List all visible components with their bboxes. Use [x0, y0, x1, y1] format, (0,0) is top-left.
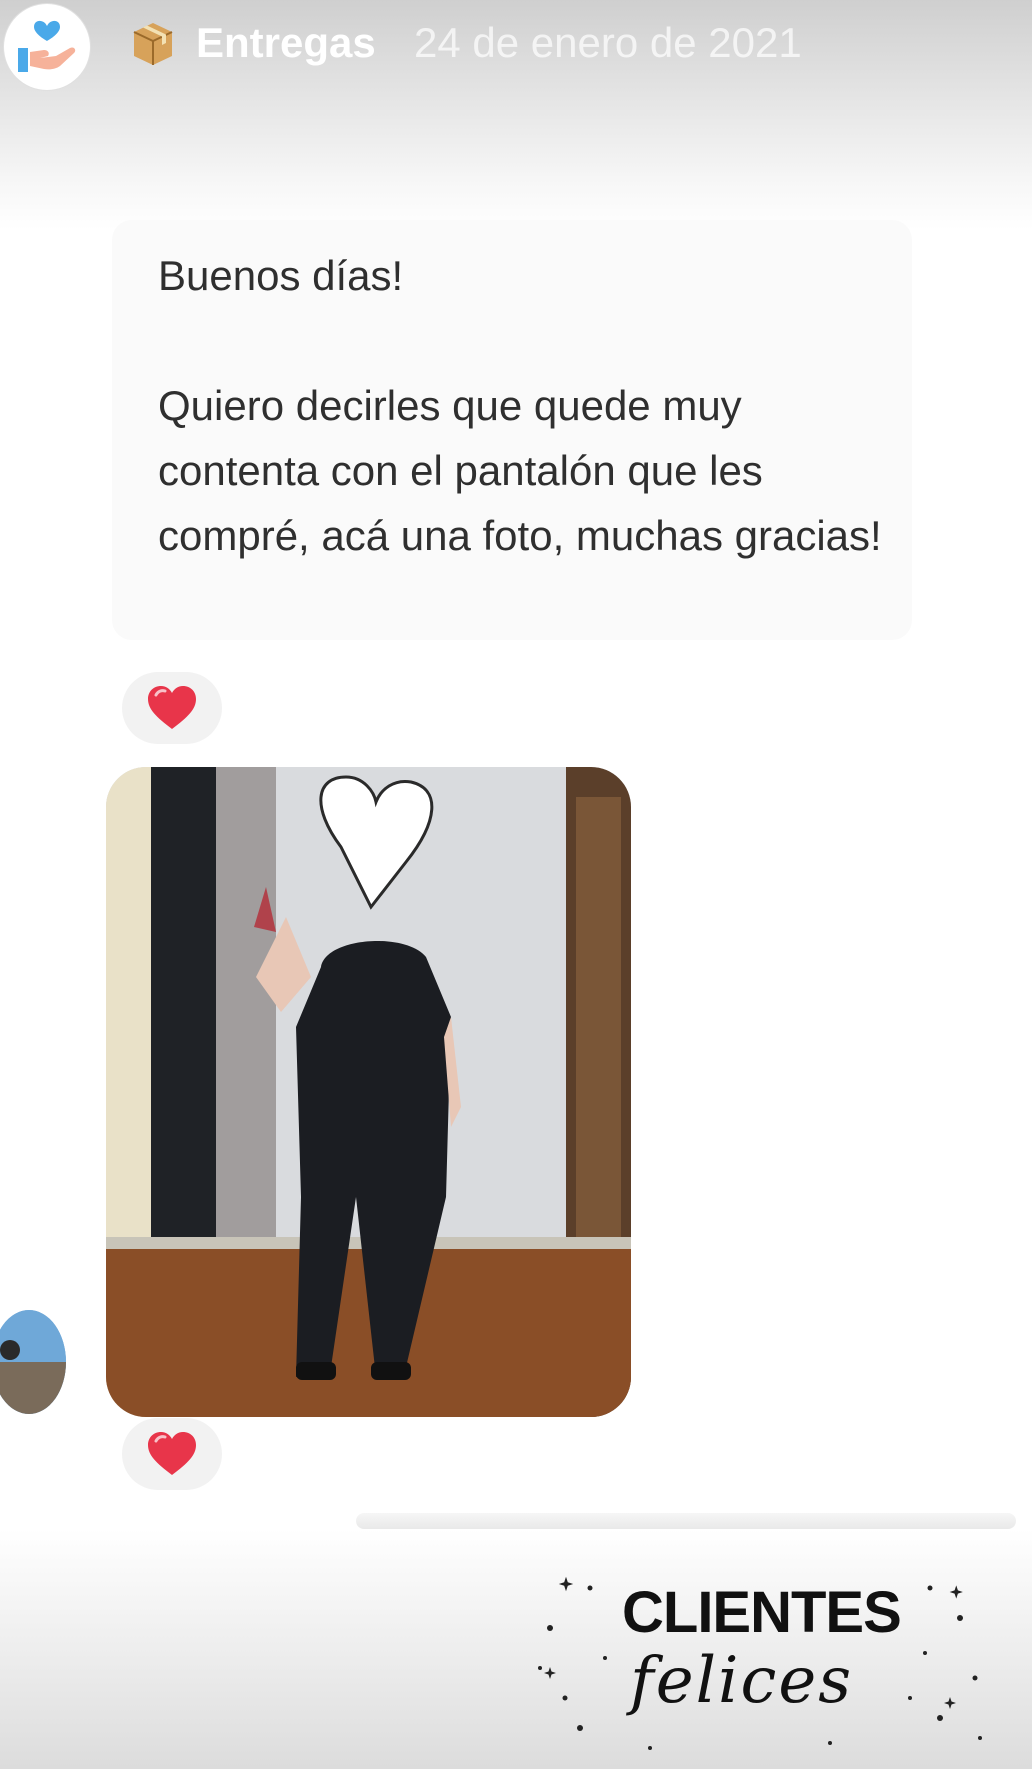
customer-photo[interactable] [106, 767, 631, 1417]
message-text: Quiero decirles que quede muy contenta c… [158, 382, 882, 559]
sender-avatar[interactable] [0, 1310, 66, 1414]
brand-script: felices [630, 1644, 854, 1718]
message-reaction[interactable] [122, 672, 222, 744]
profile-avatar[interactable] [4, 4, 90, 90]
post-date: 24 de enero de 2021 [414, 19, 802, 66]
photo-reaction[interactable] [122, 1418, 222, 1490]
channel-name[interactable]: Entregas [196, 20, 376, 66]
message-greeting: Buenos días! [158, 252, 404, 299]
brand-sticker: CLIENTES felices [530, 1548, 1000, 1758]
brand-title: CLIENTES [622, 1580, 902, 1645]
heart-icon [148, 1432, 196, 1475]
customer-photo-image [106, 767, 631, 1417]
message-divider [356, 1513, 1016, 1529]
package-icon [133, 23, 173, 65]
hand-heart-icon [18, 20, 76, 72]
story-header: Entregas 24 de enero de 2021 [0, 0, 1032, 100]
heart-icon [148, 686, 196, 729]
